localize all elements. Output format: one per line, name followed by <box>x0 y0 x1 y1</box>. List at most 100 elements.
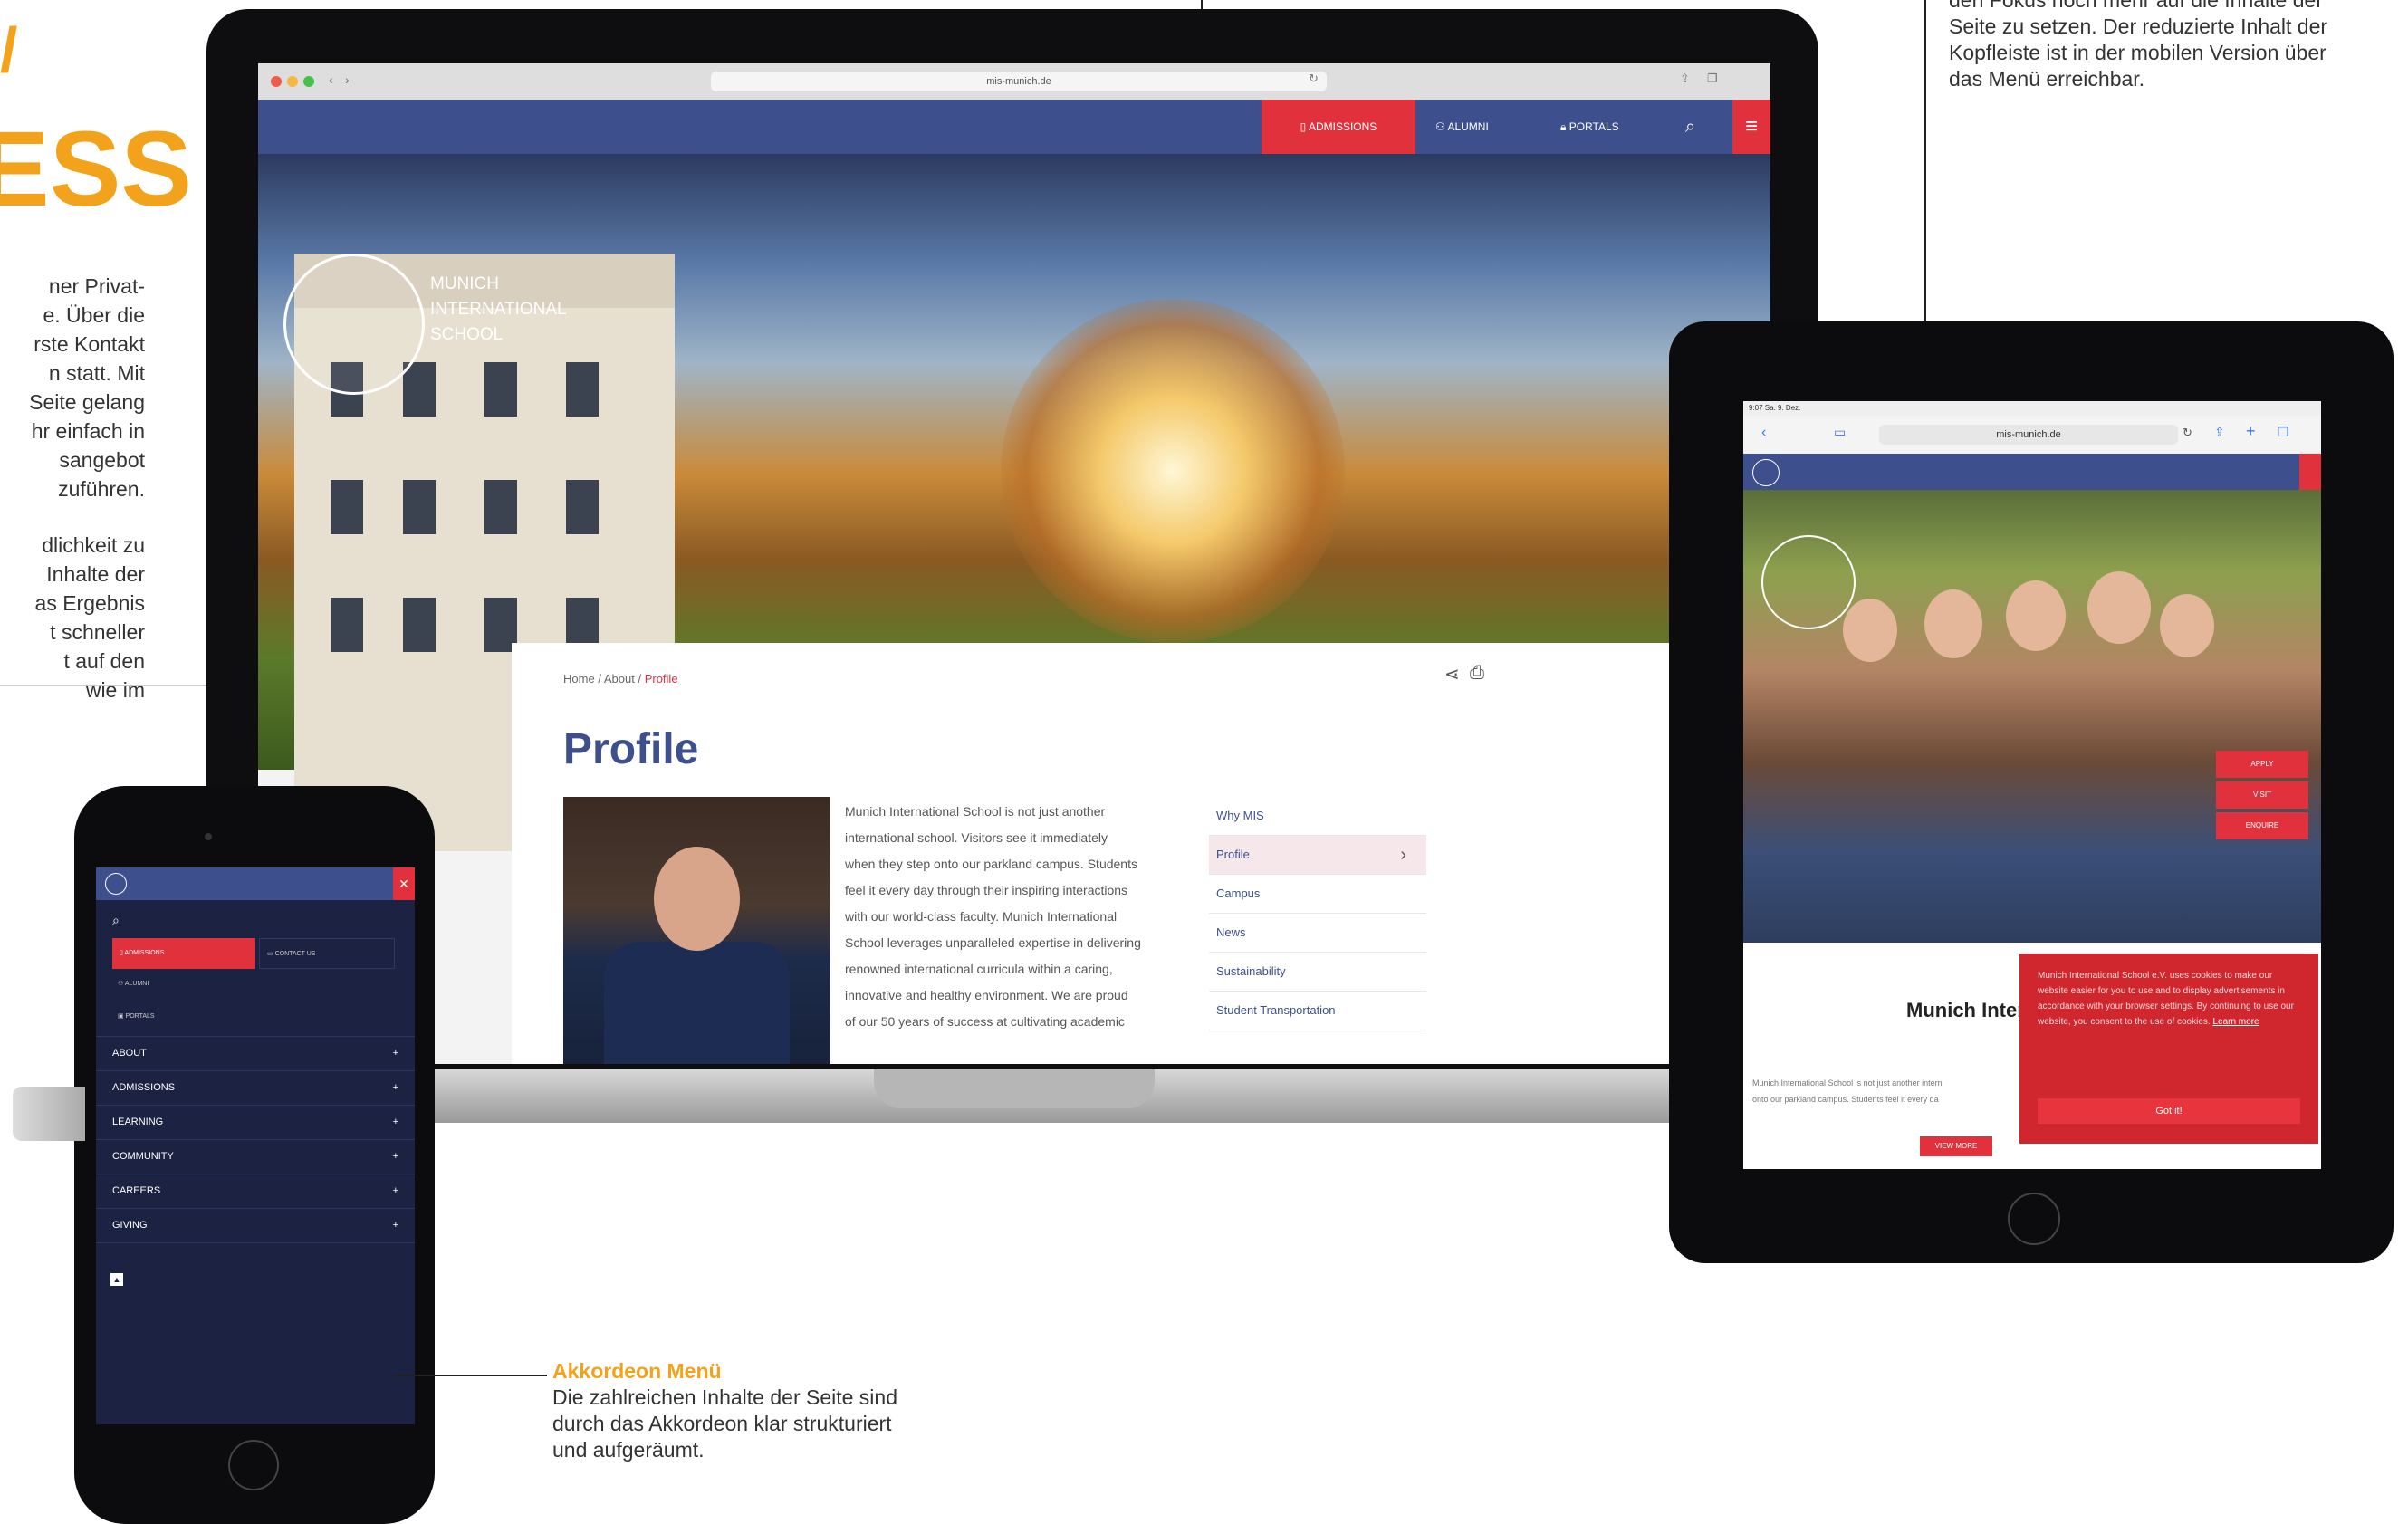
accordion-item-learning[interactable]: LEARNING <box>96 1106 415 1140</box>
contact-button[interactable]: ▭ CONTACT US <box>259 938 395 969</box>
close-menu-button[interactable]: ✕ <box>393 867 415 900</box>
window <box>403 362 436 417</box>
phone-home-button[interactable] <box>228 1440 279 1490</box>
search-icon[interactable]: ⌕ <box>1685 100 1695 154</box>
share-icon[interactable]: ⇪ <box>1680 72 1690 86</box>
intro-line: zuführen. <box>58 477 145 501</box>
intro-line: as Ergebnis <box>34 591 145 615</box>
breadcrumb-current: Profile <box>644 672 678 685</box>
body-line: innovative and healthy environment. We a… <box>845 988 1128 1002</box>
minimize-window-button[interactable] <box>287 76 298 87</box>
share-icon[interactable]: ⇪ <box>2214 425 2225 440</box>
side-menu-item-campus[interactable]: Campus <box>1209 875 1426 914</box>
school-logo <box>1761 535 1856 629</box>
close-window-button[interactable] <box>271 76 282 87</box>
print-icon[interactable]: ⎙ <box>1470 663 1484 684</box>
note-line: den Fokus noch mehr auf die Inhalte der <box>1949 0 2323 12</box>
window <box>331 598 363 652</box>
phone-side-edge <box>13 1087 85 1141</box>
tabs-icon[interactable]: ❐ <box>2278 425 2289 440</box>
back-icon[interactable]: ‹ <box>1761 425 1766 441</box>
side-menu-item-why-mis[interactable]: Why MIS <box>1209 797 1426 836</box>
body-line: School leverages unparalleled expertise … <box>845 935 1141 950</box>
accordion-note-title: Akkordeon Menü <box>552 1359 722 1383</box>
side-menu-item-sustainability[interactable]: Sustainability <box>1209 953 1426 992</box>
phone-site-header: ✕ <box>96 867 415 900</box>
about-side-menu: Why MIS Profile Campus News Sustainabili… <box>1209 797 1426 1030</box>
accordion-item-community[interactable]: COMMUNITY <box>96 1140 415 1174</box>
school-logo[interactable] <box>1752 459 1780 486</box>
search-icon[interactable]: ⌕ <box>112 913 120 928</box>
note-line: und aufgeräumt. <box>552 1438 705 1462</box>
window <box>403 480 436 534</box>
enquire-button[interactable]: ENQUIRE <box>2216 812 2308 839</box>
admissions-button[interactable]: ▯ ADMISSIONS <box>112 938 255 969</box>
side-menu-item-news[interactable]: News <box>1209 914 1426 953</box>
intro-line: ner Privat- <box>48 274 145 298</box>
cookie-accept-button[interactable]: Got it! <box>2038 1098 2300 1124</box>
accordion-item-careers[interactable]: CAREERS <box>96 1174 415 1209</box>
note-line: durch das Akkordeon klar strukturiert <box>552 1412 892 1435</box>
tabs-icon[interactable]: ❐ <box>1707 72 1718 86</box>
lock-icon: 🔒︎ <box>1560 120 1569 133</box>
cookie-learn-more-link[interactable]: Learn more <box>2212 1017 2259 1027</box>
school-logo[interactable] <box>283 254 425 395</box>
share-icon[interactable]: ⋖ <box>1444 663 1460 685</box>
bookmarks-icon[interactable]: ▭ <box>1834 425 1846 440</box>
forward-icon[interactable]: › <box>345 72 350 87</box>
body-line: international school. Visitors see it im… <box>845 830 1108 845</box>
note-line: Die zahlreichen Inhalte der Seite sind <box>552 1385 898 1409</box>
intro-line: hr einfach in <box>31 419 145 443</box>
accordion-item-giving[interactable]: GIVING <box>96 1209 415 1243</box>
visit-button[interactable]: VISIT <box>2216 781 2308 809</box>
menu-icon[interactable]: ≡ <box>1732 100 1770 154</box>
body-line: feel it every day through their inspirin… <box>845 883 1128 897</box>
phone-camera <box>205 833 212 840</box>
breadcrumb: Home / About / Profile <box>563 672 678 685</box>
laptop-notch <box>874 1069 1155 1108</box>
window <box>331 480 363 534</box>
intro-line: dlichkeit zu <box>42 533 145 557</box>
portals-link[interactable]: 🔒︎ PORTALS <box>1560 100 1619 154</box>
tablet-site-header <box>1743 454 2321 490</box>
alumni-link[interactable]: ⚇ ALUMNI <box>118 980 149 987</box>
accordion-item-admissions[interactable]: ADMISSIONS <box>96 1071 415 1106</box>
tablet-address-bar[interactable]: mis-munich.de <box>1879 425 2178 445</box>
reload-icon[interactable]: ↻ <box>1309 72 1319 86</box>
content-card: Home / About / Profile ⋖ ⎙ Profile Munic… <box>512 643 1770 1064</box>
breadcrumb-home[interactable]: Home <box>563 672 595 685</box>
profile-photo <box>563 797 830 1064</box>
address-bar[interactable]: mis-munich.de <box>711 72 1327 91</box>
reload-icon[interactable]: ↻ <box>2183 426 2192 440</box>
breadcrumb-separator: / <box>598 672 601 685</box>
window <box>566 362 599 417</box>
back-icon[interactable]: ‹ <box>329 72 333 87</box>
maximize-window-button[interactable] <box>303 76 314 87</box>
new-tab-icon[interactable]: + <box>2246 422 2256 441</box>
user-icon: ⚇ <box>1435 120 1448 133</box>
body-line: onto our parkland campus. Students feel … <box>1752 1095 1939 1104</box>
scroll-up-icon[interactable]: ▲ <box>110 1273 123 1286</box>
child-figure <box>2006 580 2066 651</box>
window <box>484 480 517 534</box>
status-time: 9:07 Sa. 9. Dez. <box>1749 404 1801 412</box>
intro-line: Inhalte der <box>46 562 145 586</box>
intro-paragraph-1: ner Privat- e. Über die rste Kontakt n s… <box>0 272 145 503</box>
admissions-link[interactable]: ▯ ADMISSIONS <box>1262 100 1415 154</box>
alumni-link[interactable]: ⚇ ALUMNI <box>1435 100 1489 154</box>
accordion-menu: ABOUT ADMISSIONS LEARNING COMMUNITY CARE… <box>96 1036 415 1243</box>
school-logo[interactable] <box>105 873 127 895</box>
view-more-button[interactable]: VIEW MORE <box>1920 1136 1992 1156</box>
logo-line: INTERNATIONAL <box>430 300 567 319</box>
apply-button[interactable]: APPLY <box>2216 751 2308 778</box>
suit-shape <box>604 942 790 1064</box>
tablet-home-button[interactable] <box>2008 1193 2060 1245</box>
side-menu-item-profile[interactable]: Profile <box>1209 836 1426 875</box>
breadcrumb-about[interactable]: About <box>604 672 635 685</box>
menu-icon[interactable] <box>2299 454 2321 490</box>
portals-link[interactable]: ▣ PORTALS <box>118 1012 155 1020</box>
body-line: when they step onto our parkland campus.… <box>845 857 1137 871</box>
accordion-item-about[interactable]: ABOUT <box>96 1037 415 1071</box>
side-menu-item-transportation[interactable]: Student Transportation <box>1209 992 1426 1030</box>
tablet-hero-image: APPLY VISIT ENQUIRE <box>1743 490 2321 943</box>
